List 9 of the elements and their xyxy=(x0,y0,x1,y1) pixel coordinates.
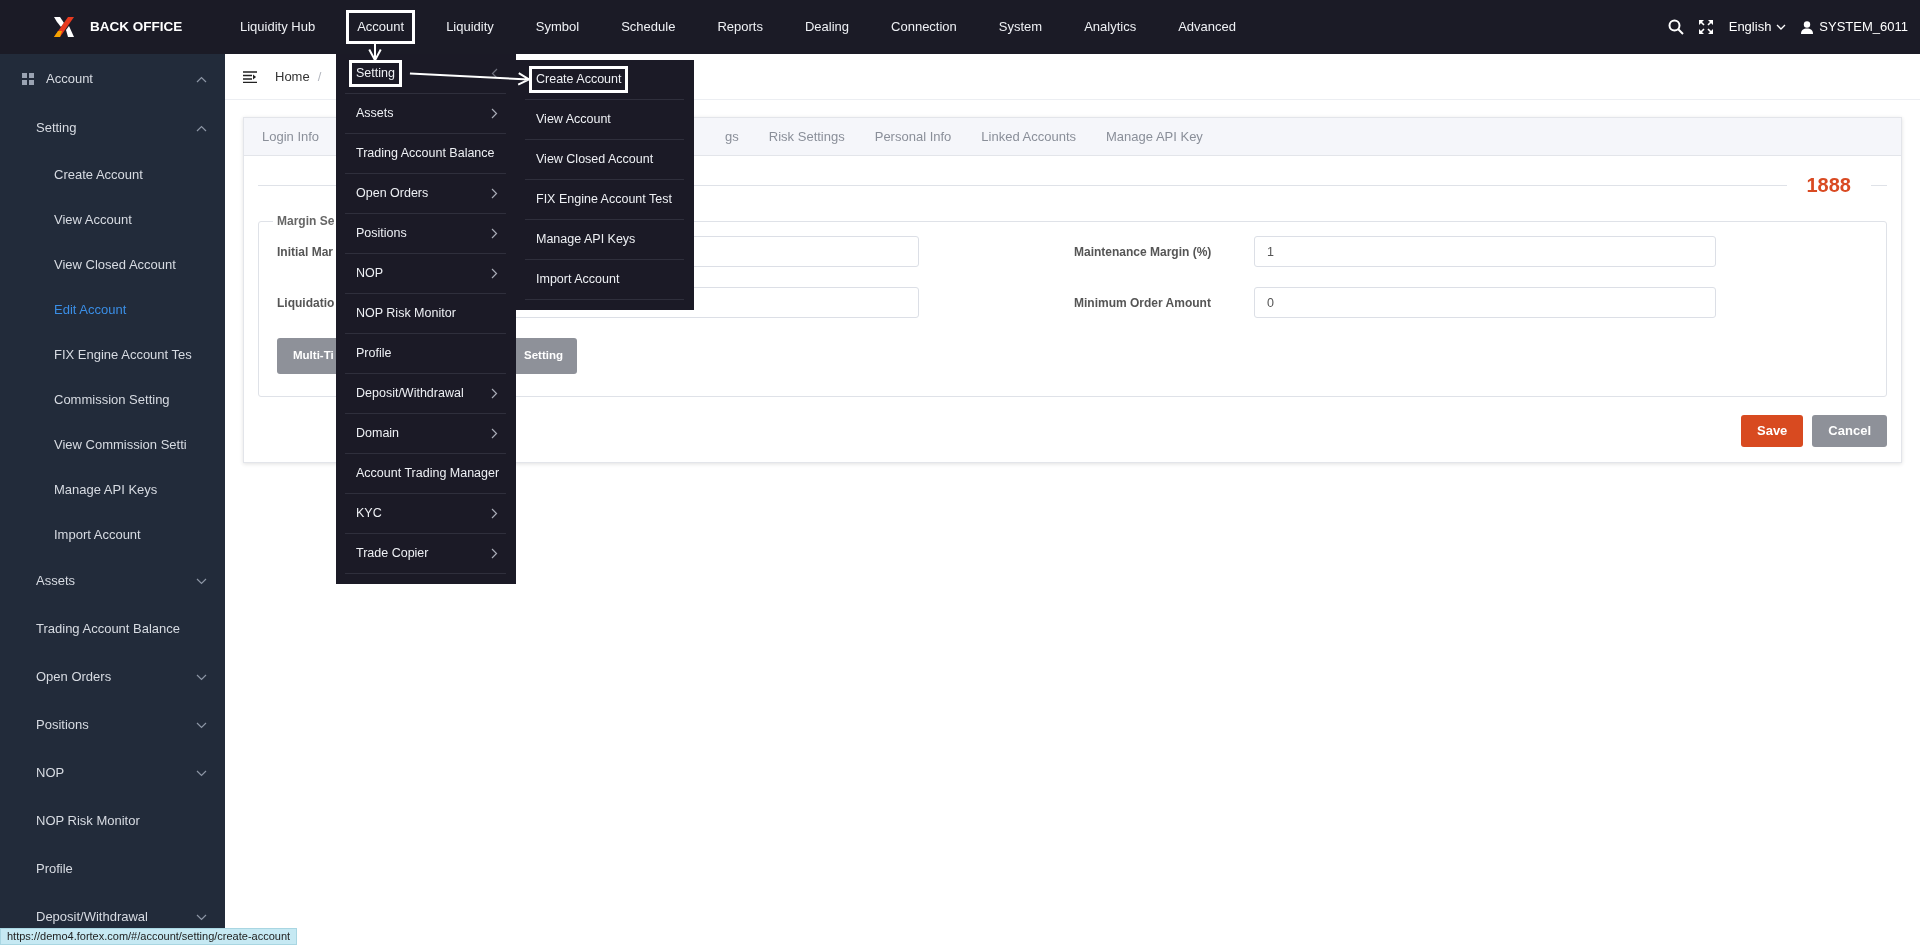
field-label: Liquidatio xyxy=(277,294,335,312)
field-label: Initial Mar xyxy=(277,243,333,261)
account-number: 1888 xyxy=(1805,173,1852,198)
field-label: Minimum Order Amount xyxy=(1074,294,1211,312)
status-url-tooltip: https://demo4.fortex.com/#/account/setting/create-account xyxy=(0,928,298,945)
brand-name: BACK OFFICE xyxy=(90,17,183,36)
section-legend: Margin Se xyxy=(273,212,339,230)
field-label: Maintenance Margin (%) xyxy=(1074,243,1212,261)
breadcrumb-separator: / xyxy=(317,67,322,86)
